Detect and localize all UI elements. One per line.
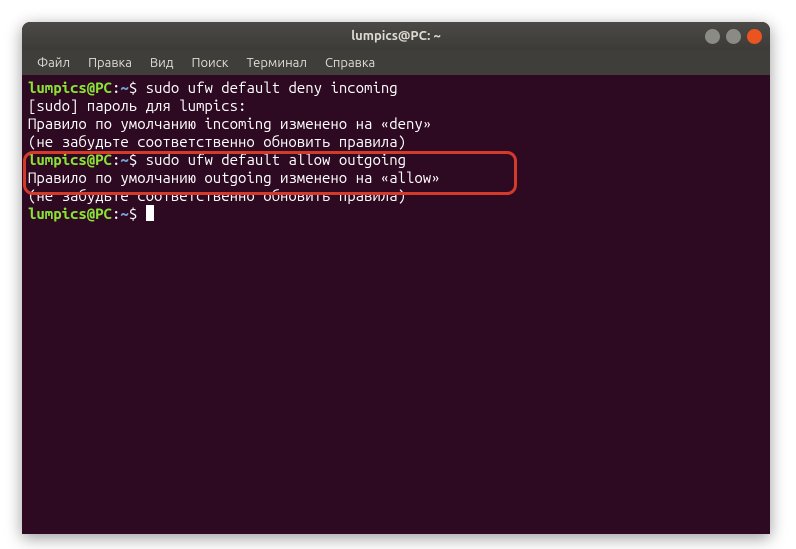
terminal-line: Правило по умолчанию incoming изменено н…: [28, 115, 764, 133]
prompt-path: ~: [120, 79, 128, 96]
terminal-line: lumpics@PC:~$ sudo ufw default deny inco…: [28, 79, 764, 97]
terminal-window: lumpics@PC: ~ Файл Правка Вид Поиск Терм…: [22, 22, 770, 534]
terminal-line: (не забудьте соответственно обновить пра…: [28, 133, 764, 151]
prompt-dollar: $: [129, 79, 146, 96]
minimize-button[interactable]: [705, 29, 720, 44]
prompt-userhost: lumpics@PC: [28, 79, 112, 96]
prompt-userhost: lumpics@PC: [28, 151, 112, 168]
menu-help[interactable]: Справка: [316, 53, 384, 73]
terminal-line: (не забудьте соответственно обновить пра…: [28, 187, 764, 205]
prompt-userhost: lumpics@PC: [28, 205, 112, 222]
close-button[interactable]: [747, 29, 762, 44]
prompt-path: ~: [120, 205, 128, 222]
titlebar: lumpics@PC: ~: [22, 22, 770, 50]
menu-search[interactable]: Поиск: [182, 53, 237, 73]
menubar: Файл Правка Вид Поиск Терминал Справка: [22, 50, 770, 75]
menu-edit[interactable]: Правка: [79, 53, 141, 73]
command-text: sudo ufw default allow outgoing: [146, 151, 406, 168]
prompt-path: ~: [120, 151, 128, 168]
prompt-dollar: $: [129, 205, 146, 222]
terminal-line: [sudo] пароль для lumpics:: [28, 97, 764, 115]
menu-view[interactable]: Вид: [141, 53, 183, 73]
terminal-body[interactable]: lumpics@PC:~$ sudo ufw default deny inco…: [22, 75, 770, 534]
menu-file[interactable]: Файл: [28, 53, 79, 73]
terminal-line: Правило по умолчанию outgoing изменено н…: [28, 169, 764, 187]
prompt-dollar: $: [129, 151, 146, 168]
cursor: [146, 205, 154, 221]
window-title: lumpics@PC: ~: [351, 29, 441, 43]
terminal-line: lumpics@PC:~$ sudo ufw default allow out…: [28, 151, 764, 169]
maximize-button[interactable]: [726, 29, 741, 44]
window-controls: [705, 29, 762, 44]
terminal-line: lumpics@PC:~$: [28, 205, 764, 223]
menu-terminal[interactable]: Терминал: [237, 53, 315, 73]
command-text: sudo ufw default deny incoming: [146, 79, 398, 96]
